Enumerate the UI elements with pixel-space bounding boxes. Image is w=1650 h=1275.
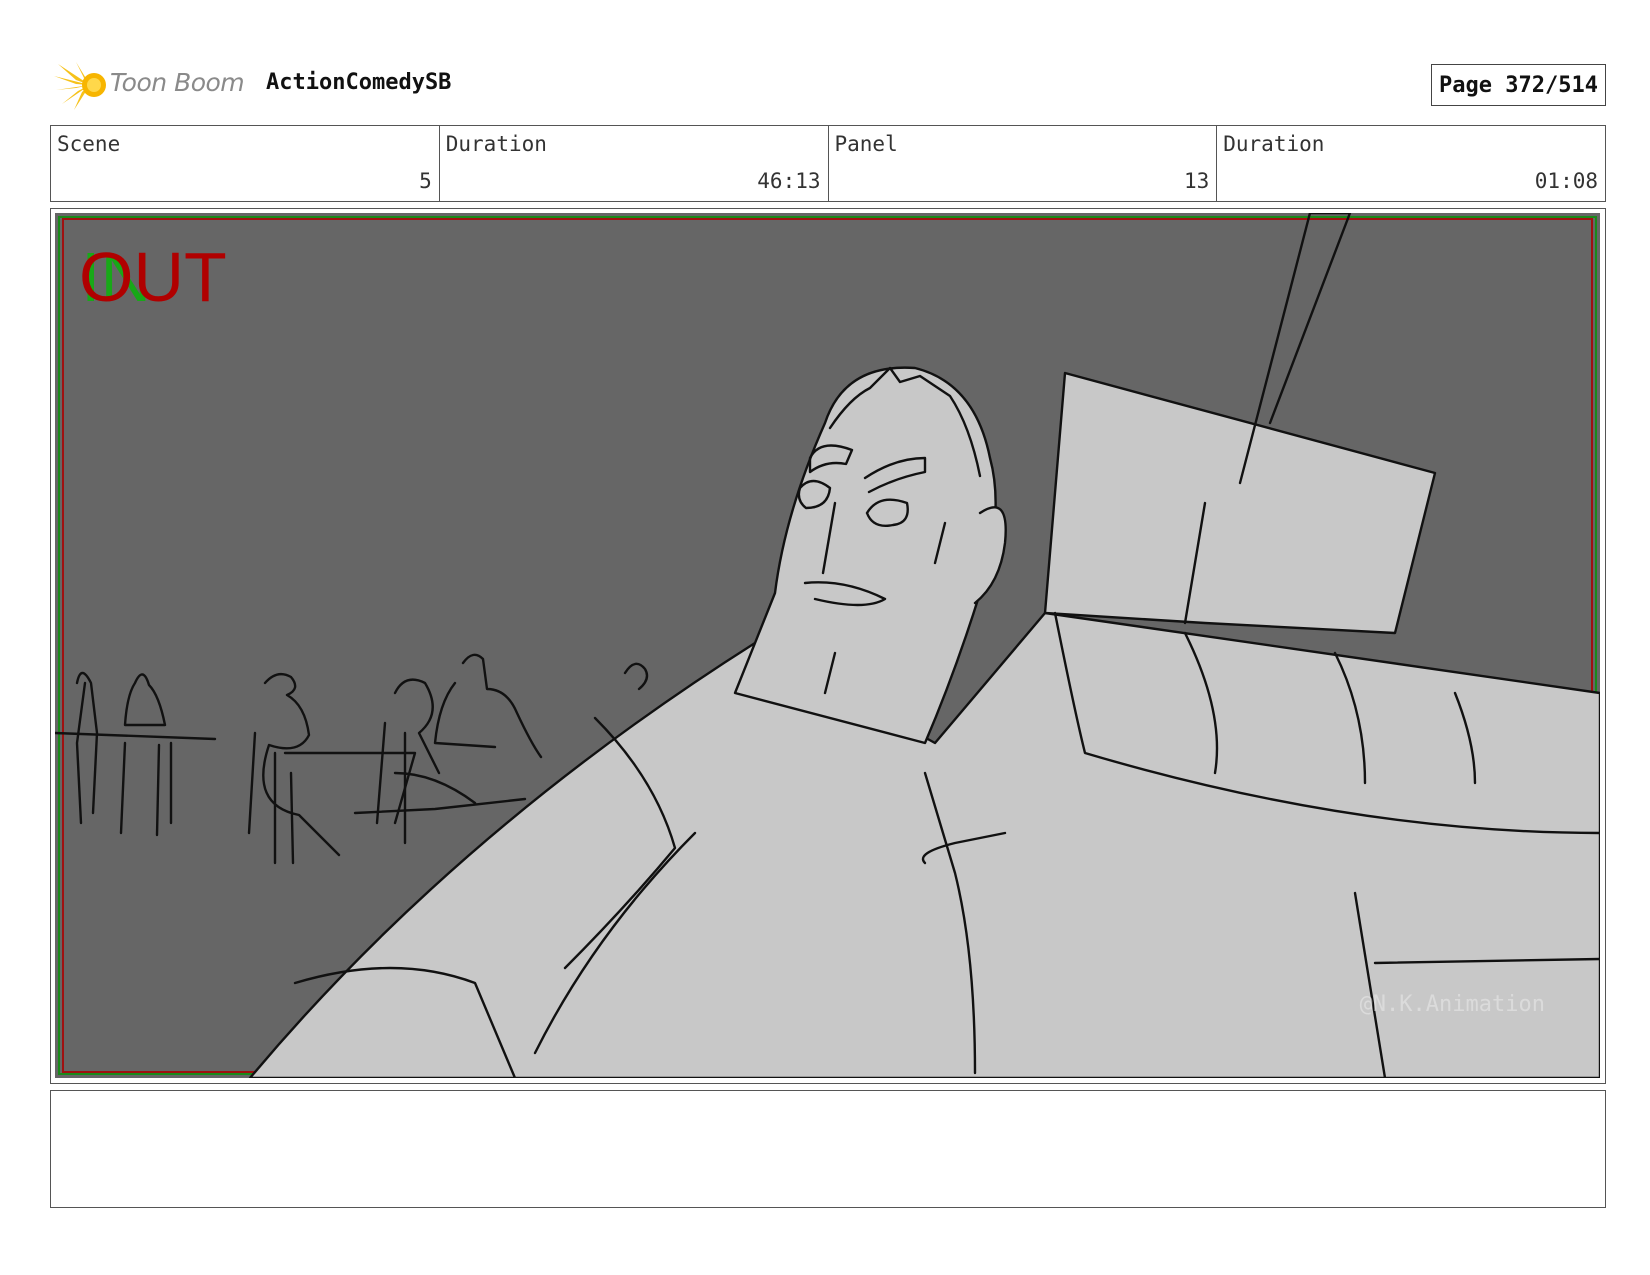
scene-duration-value: 46:13 (757, 169, 821, 193)
brand-name: Toon Boom (110, 68, 245, 97)
page-indicator: Page 372/514 (1431, 64, 1606, 106)
starburst-icon (54, 62, 106, 110)
scene-cell: Scene 5 (51, 126, 440, 201)
panel-duration-label: Duration (1223, 132, 1325, 156)
toon-boom-logo: Toon Boom (54, 58, 254, 113)
panel-duration-value: 01:08 (1534, 169, 1598, 193)
watermark-text: @N.K.Animation (1360, 992, 1545, 1017)
panel-info-table: Scene 5 Duration 46:13 Panel 13 Duration… (50, 125, 1606, 202)
panel-value: 13 (1183, 169, 1210, 193)
character-head (733, 366, 997, 745)
storyboard-header: Toon Boom ActionComedySB Page 372/514 (50, 55, 1606, 115)
out-marker: OUT (79, 238, 227, 316)
scene-duration-cell: Duration 46:13 (440, 126, 829, 201)
sketch-drawing: IN OUT @N.K.Animation (55, 213, 1600, 1078)
scene-value: 5 (419, 169, 432, 193)
panel-frame: IN OUT @N.K.Animation (50, 208, 1606, 1084)
scene-label: Scene (57, 132, 121, 156)
panel-duration-cell: Duration 01:08 (1217, 126, 1605, 201)
panel-label: Panel (834, 132, 898, 156)
panel-cell: Panel 13 (829, 126, 1218, 201)
backpack (1043, 371, 1437, 635)
scene-duration-label: Duration (445, 132, 547, 156)
project-title: ActionComedySB (266, 70, 452, 95)
panel-notes-box[interactable] (50, 1090, 1606, 1208)
panel-artwork: IN OUT @N.K.Animation (55, 213, 1600, 1078)
